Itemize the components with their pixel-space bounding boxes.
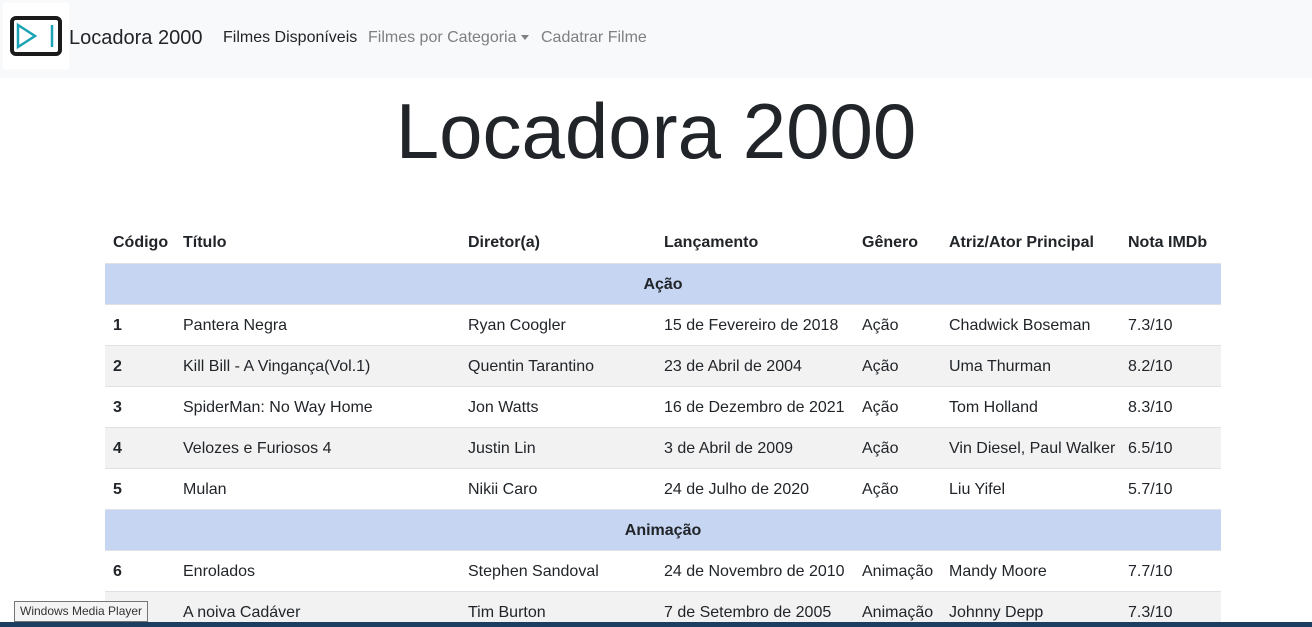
table-row: 4 Velozes e Furiosos 4 Justin Lin 3 de A…	[105, 427, 1221, 468]
movies-table: Código Título Diretor(a) Lançamento Gêne…	[105, 222, 1221, 627]
category-label: Ação	[643, 276, 683, 293]
cell-genero: Ação	[862, 481, 899, 498]
cell-codigo: 4	[113, 440, 122, 457]
nav-cadastrar-filme[interactable]: Cadatrar Filme	[541, 28, 647, 48]
cell-nota: 8.2/10	[1128, 358, 1173, 375]
header-nota: Nota IMDb	[1128, 234, 1208, 251]
cell-nota: 7.3/10	[1128, 604, 1173, 621]
cell-ator: Mandy Moore	[949, 563, 1047, 580]
nav-filmes-por-categoria[interactable]: Filmes por Categoria	[368, 28, 529, 48]
brand-logo[interactable]	[3, 3, 69, 69]
cell-ator: Chadwick Boseman	[949, 317, 1091, 334]
cell-codigo: 6	[113, 563, 122, 580]
cell-lancamento: 23 de Abril de 2004	[664, 358, 802, 375]
cell-titulo: Enrolados	[183, 563, 256, 580]
cell-ator: Tom Holland	[949, 399, 1038, 416]
cell-diretor: Nikii Caro	[468, 481, 538, 498]
navbar: Locadora 2000 Filmes Disponíveis Filmes …	[0, 0, 1312, 78]
category-label: Animação	[624, 522, 702, 539]
cell-nota: 7.7/10	[1128, 563, 1173, 580]
cell-diretor: Quentin Tarantino	[468, 358, 595, 375]
play-screen-icon	[10, 16, 62, 56]
cell-ator: Vin Diesel, Paul Walker	[949, 440, 1116, 457]
category-row-acao: Ação	[105, 263, 1221, 304]
cell-titulo: Pantera Negra	[183, 317, 288, 334]
header-genero: Gênero	[862, 234, 919, 251]
cell-genero: Ação	[862, 440, 899, 457]
cell-genero: Animação	[862, 563, 934, 580]
cell-diretor: Jon Watts	[468, 399, 539, 416]
header-codigo: Código	[113, 234, 169, 251]
table-row: 2 Kill Bill - A Vingança(Vol.1) Quentin …	[105, 345, 1221, 386]
cell-codigo: 2	[113, 358, 122, 375]
cell-diretor: Tim Burton	[468, 604, 546, 621]
cell-nota: 6.5/10	[1128, 440, 1173, 457]
cell-ator: Johnny Depp	[949, 604, 1044, 621]
cell-diretor: Ryan Coogler	[468, 317, 566, 334]
cell-codigo: 5	[113, 481, 122, 498]
taskbar[interactable]	[0, 622, 1312, 627]
header-diretor: Diretor(a)	[468, 234, 541, 251]
cell-titulo: Velozes e Furiosos 4	[183, 440, 332, 457]
cell-lancamento: 3 de Abril de 2009	[664, 440, 793, 457]
header-ator: Atriz/Ator Principal	[949, 234, 1094, 251]
cell-genero: Ação	[862, 399, 899, 416]
cell-titulo: A noiva Cadáver	[183, 604, 301, 621]
cell-codigo: 1	[113, 317, 122, 334]
cell-lancamento: 15 de Fevereiro de 2018	[664, 317, 839, 334]
cell-codigo: 3	[113, 399, 122, 416]
cell-diretor: Stephen Sandoval	[468, 563, 599, 580]
cell-titulo: SpiderMan: No Way Home	[183, 399, 373, 416]
nav-filmes-disponiveis[interactable]: Filmes Disponíveis	[223, 28, 357, 48]
table-row: 1 Pantera Negra Ryan Coogler 15 de Fever…	[105, 304, 1221, 345]
cell-genero: Ação	[862, 317, 899, 334]
cell-ator: Uma Thurman	[949, 358, 1051, 375]
taskbar-tooltip: Windows Media Player	[14, 601, 149, 622]
table-header-row: Código Título Diretor(a) Lançamento Gêne…	[105, 222, 1221, 263]
cell-genero: Animação	[862, 604, 934, 621]
brand-name[interactable]: Locadora 2000	[69, 26, 202, 50]
cell-genero: Ação	[862, 358, 899, 375]
cell-lancamento: 16 de Dezembro de 2021	[664, 399, 845, 416]
cell-diretor: Justin Lin	[468, 440, 536, 457]
cell-titulo: Mulan	[183, 481, 227, 498]
cell-lancamento: 7 de Setembro de 2005	[664, 604, 832, 621]
cell-ator: Liu Yifel	[949, 481, 1006, 498]
table-row: 6 Enrolados Stephen Sandoval 24 de Novem…	[105, 550, 1221, 591]
cell-titulo: Kill Bill - A Vingança(Vol.1)	[183, 358, 371, 375]
table-row: 3 SpiderMan: No Way Home Jon Watts 16 de…	[105, 386, 1221, 427]
cell-lancamento: 24 de Novembro de 2010	[664, 563, 845, 580]
page-title: Locadora 2000	[395, 87, 917, 175]
caret-down-icon	[520, 35, 529, 41]
cell-nota: 5.7/10	[1128, 481, 1173, 498]
cell-nota: 7.3/10	[1128, 317, 1173, 334]
category-row-animacao: Animação	[105, 509, 1221, 550]
table-row: 5 Mulan Nikii Caro 24 de Julho de 2020 A…	[105, 468, 1221, 509]
header-titulo: Título	[183, 234, 227, 251]
cell-lancamento: 24 de Julho de 2020	[664, 481, 810, 498]
header-lancamento: Lançamento	[664, 234, 759, 251]
cell-nota: 8.3/10	[1128, 399, 1173, 416]
nav-filmes-por-categoria-label: Filmes por Categoria	[368, 29, 517, 46]
